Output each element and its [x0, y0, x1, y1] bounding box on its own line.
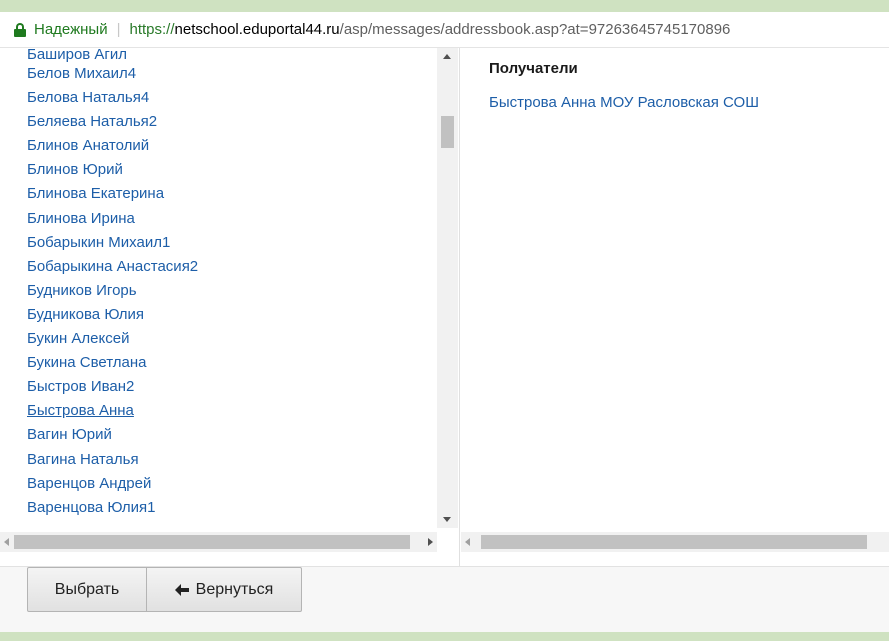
contact-item[interactable]: Бобарыкин Михаил1: [27, 231, 198, 255]
url-protocol: https://: [129, 21, 175, 38]
contacts-list: Баширов Агил Белов Михаил4 Белова Наталь…: [27, 48, 198, 520]
scroll-thumb[interactable]: [441, 116, 454, 148]
select-button-label: Выбрать: [54, 580, 120, 598]
address-bar[interactable]: Надежный | https://netschool.eduportal44…: [0, 12, 889, 48]
contact-item[interactable]: Баширов Агил: [27, 48, 198, 62]
back-button-label: Вернуться: [195, 580, 274, 598]
contact-item[interactable]: Белов Михаил4: [27, 62, 198, 86]
contact-item[interactable]: Букина Светлана: [27, 351, 198, 375]
contact-item[interactable]: Будникова Юлия: [27, 303, 198, 327]
browser-top-strip: [0, 0, 889, 12]
select-button[interactable]: Выбрать: [28, 568, 147, 611]
recipients-horizontal-scrollbar[interactable]: [461, 532, 889, 552]
scroll-left-icon[interactable]: [465, 538, 470, 546]
action-button-group: Выбрать Вернуться: [27, 567, 302, 612]
scroll-up-icon[interactable]: [443, 54, 451, 59]
contact-item[interactable]: Варенцов Андрей: [27, 472, 198, 496]
contact-item[interactable]: Вагин Юрий: [27, 423, 198, 447]
lock-icon: [14, 22, 26, 37]
recipients-title: Получатели: [489, 60, 578, 77]
contact-item[interactable]: Белова Наталья4: [27, 86, 198, 110]
contact-item[interactable]: Быстров Иван2: [27, 375, 198, 399]
contact-item[interactable]: Вагина Наталья: [27, 448, 198, 472]
scroll-left-icon[interactable]: [4, 538, 9, 546]
url-path: /asp/messages/addressbook.asp?at=9726364…: [339, 21, 731, 38]
contact-item[interactable]: Бобарыкина Анастасия2: [27, 255, 198, 279]
scroll-right-icon[interactable]: [428, 538, 433, 546]
recipient-item[interactable]: Быстрова Анна МОУ Расловская СОШ: [489, 94, 759, 111]
browser-bottom-strip: [0, 632, 889, 641]
contact-item[interactable]: Блинова Екатерина: [27, 182, 198, 206]
back-button[interactable]: Вернуться: [147, 568, 301, 611]
scroll-thumb-horizontal[interactable]: [481, 535, 867, 549]
contacts-vertical-scrollbar[interactable]: [437, 48, 458, 528]
scroll-thumb-horizontal[interactable]: [14, 535, 410, 549]
contact-item[interactable]: Беляева Наталья2: [27, 110, 198, 134]
contact-item-hovered[interactable]: Быстрова Анна: [27, 399, 198, 423]
secure-label: Надежный: [34, 21, 108, 38]
contact-item[interactable]: Будников Игорь: [27, 279, 198, 303]
contacts-pane: Баширов Агил Белов Михаил4 Белова Наталь…: [0, 48, 460, 566]
contact-item[interactable]: Блинова Ирина: [27, 207, 198, 231]
scroll-down-icon[interactable]: [443, 517, 451, 522]
contact-item[interactable]: Варенцова Юлия1: [27, 496, 198, 520]
address-separator: |: [116, 21, 121, 38]
contact-item[interactable]: Блинов Анатолий: [27, 134, 198, 158]
contacts-horizontal-scrollbar[interactable]: [0, 532, 437, 552]
contact-item[interactable]: Блинов Юрий: [27, 158, 198, 182]
contact-item[interactable]: Букин Алексей: [27, 327, 198, 351]
url-host: netschool.eduportal44.ru: [174, 21, 340, 38]
arrow-left-icon: [174, 583, 189, 596]
